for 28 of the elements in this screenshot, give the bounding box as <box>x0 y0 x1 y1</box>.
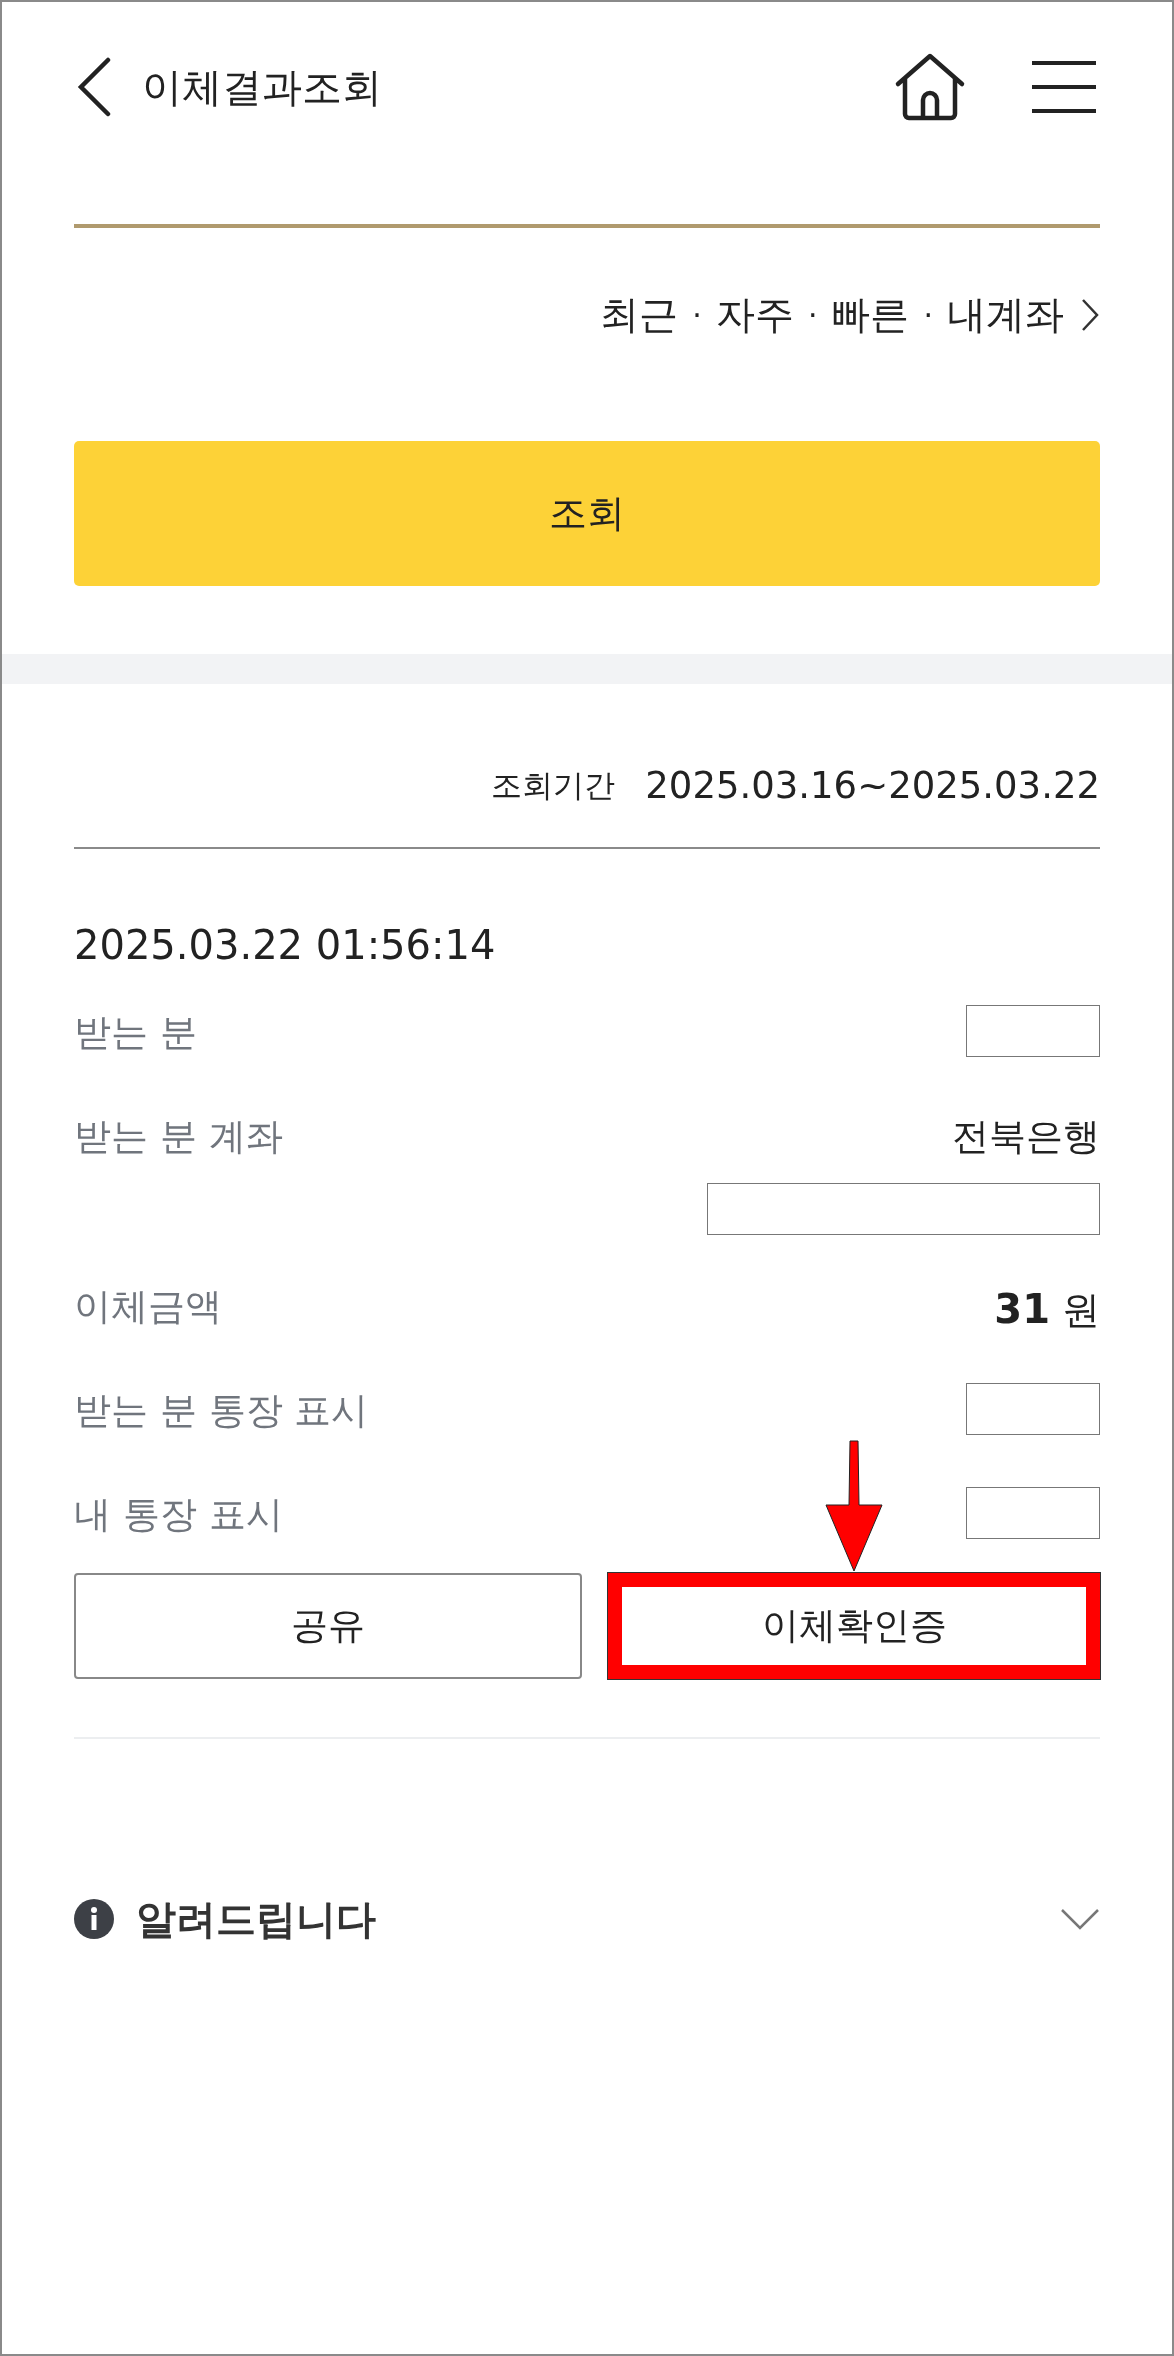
notice-title: 알려드립니다 <box>136 1894 376 1944</box>
menu-icon[interactable] <box>1030 60 1098 114</box>
shortcut-link[interactable]: 자주 <box>715 286 794 345</box>
period-value: 2025.03.16~2025.03.22 <box>645 762 1100 809</box>
shortcut-link[interactable]: 내계좌 <box>947 286 1064 345</box>
field-label: 받는 분 통장 표시 <box>74 1387 369 1434</box>
search-button[interactable]: 조회 <box>74 440 1100 586</box>
home-icon[interactable] <box>894 52 966 122</box>
chevron-down-icon[interactable] <box>1060 1907 1100 1930</box>
shortcut-link[interactable]: 빠른 <box>831 286 910 345</box>
field-label: 받는 분 <box>74 1010 197 1056</box>
separator-dot: · <box>923 296 933 335</box>
transfer-datetime: 2025.03.22 01:56:14 <box>74 922 496 968</box>
field-label: 이체금액 <box>74 1283 222 1330</box>
action-button[interactable]: 공유 <box>74 1572 582 1679</box>
amount-value: 31 <box>994 1284 1050 1334</box>
period-label: 조회기간 <box>491 766 616 805</box>
field-label: 받는 분 계좌 <box>74 1114 283 1160</box>
shortcut-link[interactable]: 최근 <box>600 286 679 345</box>
page-title: 이체결과조회 <box>142 63 382 112</box>
separator-dot: · <box>807 296 818 335</box>
currency-unit: 원 <box>1062 1286 1100 1334</box>
bank-name: 전북은행 <box>952 1114 1100 1160</box>
separator-dot: · <box>692 296 702 335</box>
info-icon <box>74 1898 114 1939</box>
back-icon[interactable] <box>76 57 112 117</box>
field-label: 내 통장 표시 <box>74 1491 283 1538</box>
action-button[interactable]: 이체확인증 <box>608 1572 1100 1679</box>
